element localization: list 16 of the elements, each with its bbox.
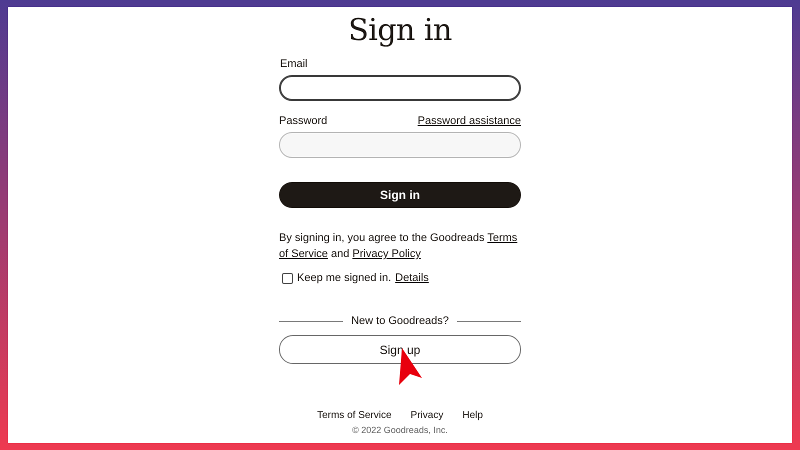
sign-in-button[interactable]: Sign in: [279, 182, 521, 208]
keep-signed-in-label: Keep me signed in.: [297, 272, 392, 284]
agreement-text: By signing in, you agree to the Goodreads Terms of Service and Privacy Policy: [279, 231, 518, 262]
password-field[interactable]: [279, 132, 521, 158]
copyright-text: © 2022 Goodreads, Inc.: [352, 425, 448, 436]
keep-signed-in-checkbox[interactable]: [282, 272, 293, 284]
page-title: Sign in: [348, 13, 452, 48]
new-to-goodreads-text: New to Goodreads?: [351, 315, 449, 327]
email-label: Email: [280, 58, 309, 70]
footer-link[interactable]: Terms of Service: [317, 410, 392, 421]
footer-link[interactable]: Privacy: [410, 410, 444, 421]
footer-link[interactable]: Help: [462, 410, 483, 421]
password-label: Password: [279, 115, 328, 127]
details-link[interactable]: Details: [395, 272, 429, 284]
email-field[interactable]: [279, 75, 521, 101]
password-assistance-link[interactable]: Password assistance: [418, 115, 521, 127]
